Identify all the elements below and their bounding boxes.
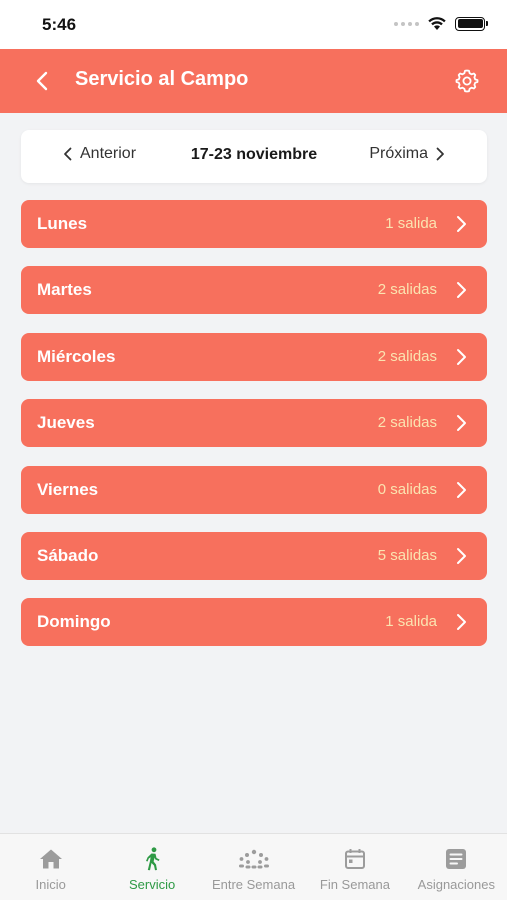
- chevron-left-icon: [36, 71, 48, 91]
- day-row-viernes[interactable]: Viernes 0 salidas: [21, 465, 487, 514]
- chevron-right-icon: [457, 415, 466, 432]
- outing-count: 2 salidas: [377, 414, 437, 432]
- outing-count: 5 salidas: [377, 546, 437, 564]
- outing-count: 1 salida: [385, 215, 437, 232]
- day-name: Domingo: [37, 612, 111, 632]
- status-time: 5:46: [42, 15, 77, 34]
- day-list: Lunes 1 salida Martes 2 salidas Miércole…: [21, 200, 487, 665]
- page-title: Servicio al Campo: [75, 68, 249, 90]
- tab-label: Asignaciones: [417, 877, 495, 892]
- day-row-domingo[interactable]: Domingo 1 salida: [21, 598, 487, 647]
- day-name: Jueves: [37, 413, 95, 433]
- tab-label: Servicio: [128, 877, 176, 892]
- chevron-right-icon: [457, 547, 466, 564]
- day-name: Martes: [37, 280, 92, 300]
- day-row-jueves[interactable]: Jueves 2 salidas: [21, 399, 487, 448]
- calendar-icon: [344, 849, 365, 869]
- chevron-right-icon: [457, 216, 466, 232]
- tab-bar: Inicio Servicio Entre Semana Fin Semana …: [0, 833, 507, 900]
- tab-asignaciones[interactable]: Asignaciones: [406, 834, 507, 900]
- day-name: Lunes: [37, 214, 88, 233]
- tab-label: Entre Semana: [211, 877, 296, 892]
- tab-entre-semana[interactable]: Entre Semana: [203, 834, 304, 900]
- day-name: Viernes: [37, 479, 99, 499]
- outing-count: 0 salidas: [377, 480, 437, 498]
- wifi-icon: [428, 17, 446, 30]
- tab-inicio[interactable]: Inicio: [0, 834, 101, 900]
- next-week-label: Próxima: [369, 145, 428, 162]
- tab-fin-semana[interactable]: Fin Semana: [304, 834, 405, 900]
- app-header: Servicio al Campo: [0, 49, 507, 113]
- day-row-sabado[interactable]: Sábado 5 salidas: [21, 531, 487, 580]
- chevron-right-icon: [457, 481, 466, 498]
- day-name: Miércoles: [37, 346, 116, 366]
- walking-person-icon: [146, 847, 160, 871]
- gear-icon: [455, 69, 479, 93]
- tab-servicio[interactable]: Servicio: [101, 834, 202, 900]
- chevron-right-icon: [457, 614, 466, 631]
- chevron-right-icon: [457, 282, 466, 299]
- day-name: Sábado: [37, 545, 99, 565]
- day-row-miercoles[interactable]: Miércoles 2 salidas: [21, 332, 487, 381]
- outing-count: 2 salidas: [377, 281, 437, 299]
- group-icon: [238, 849, 269, 869]
- chevron-right-icon: [457, 348, 466, 365]
- day-row-martes[interactable]: Martes 2 salidas: [21, 266, 487, 315]
- back-button[interactable]: [28, 67, 56, 95]
- tab-label: Inicio: [35, 877, 66, 892]
- home-icon: [39, 849, 62, 869]
- status-bar: 5:46: [0, 0, 507, 49]
- day-row-lunes[interactable]: Lunes 1 salida: [21, 200, 487, 248]
- status-icons: [394, 16, 488, 31]
- battery-icon: [455, 16, 488, 31]
- cellular-signal-icon: [394, 21, 419, 26]
- outing-count: 2 salidas: [377, 347, 437, 365]
- week-navigator: Anterior 17-23 noviembre Próxima: [21, 130, 487, 183]
- tab-label: Fin Semana: [319, 877, 390, 892]
- next-week-button[interactable]: Próxima: [369, 145, 445, 163]
- settings-button[interactable]: [453, 67, 481, 95]
- outing-count: 1 salida: [385, 613, 437, 631]
- chevron-right-icon: [436, 147, 444, 161]
- document-icon: [446, 849, 467, 869]
